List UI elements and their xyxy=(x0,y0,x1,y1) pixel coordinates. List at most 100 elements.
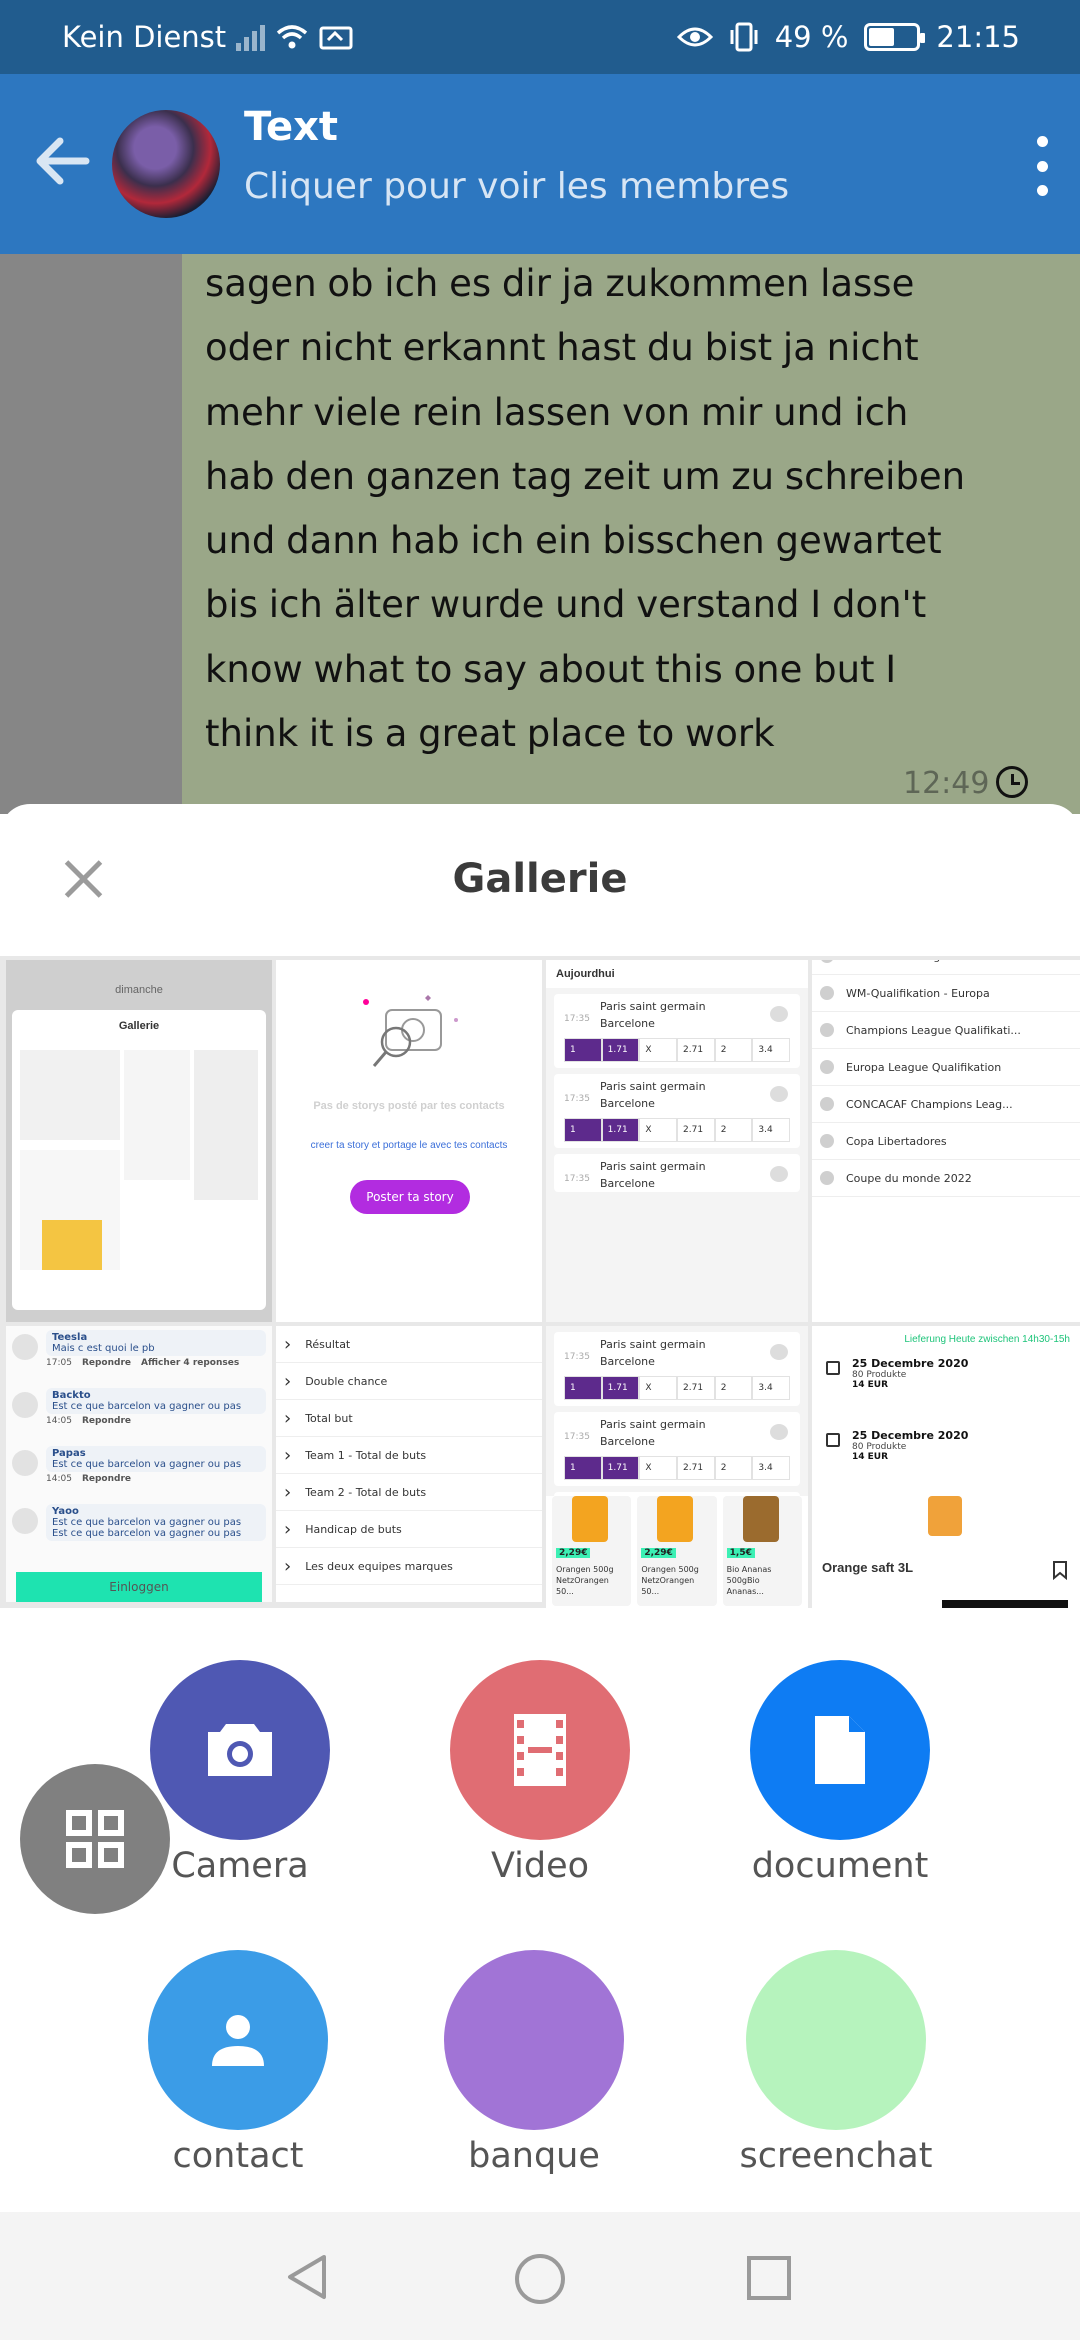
odds-row: 1 1.71 X 2.71 2 3.4 xyxy=(564,1376,791,1400)
contact-label: contact xyxy=(172,2136,304,2176)
film-icon xyxy=(514,1714,566,1786)
bet-type-row: › Team 2 - Total de buts xyxy=(276,1474,542,1511)
comment-item: Papas Est ce que barcelon va gagner ou pa… xyxy=(6,1442,272,1500)
contact-button[interactable] xyxy=(148,1950,328,2130)
odds-cell: 1.71 xyxy=(601,1376,640,1400)
back-arrow-icon[interactable] xyxy=(30,129,94,193)
thumb-title: Gallerie xyxy=(118,1020,160,1032)
order-date: 25 Decembre 2020 xyxy=(852,1429,969,1442)
match-card: 17:35Paris saint germainBarcelone xyxy=(554,1154,800,1192)
gallery-thumbnail[interactable]: dimanche Gallerie xyxy=(6,960,272,1322)
competition-row: UEFA Nationenliga xyxy=(812,960,1080,975)
comment-meta: 14:05 Repondre xyxy=(46,1474,266,1484)
video-label: Video xyxy=(490,1846,590,1886)
bet-type-name: Double chance xyxy=(305,1374,388,1388)
gallery-thumbnail[interactable]: › Résultat › Double chance › Total but › Team 1… xyxy=(276,1326,542,1602)
bet-type-row: › Les deux equipes marques xyxy=(276,1548,542,1585)
comment-meta: 14:05 Repondre xyxy=(46,1416,266,1426)
document-action[interactable]: document xyxy=(750,1660,930,1886)
vibrate-icon xyxy=(730,22,758,52)
camera-button[interactable] xyxy=(150,1660,330,1840)
bet-type-row: › Double chance xyxy=(276,1363,542,1400)
order-item: 25 Decembre 202080 Produkte14 EUR xyxy=(812,1425,1080,1497)
comment-icon xyxy=(770,1086,788,1102)
team-two: Barcelone xyxy=(600,1355,655,1368)
chevron-right-icon: › xyxy=(284,1407,292,1429)
gallery-thumbnail[interactable]: Orange saft 3L xyxy=(812,1496,1080,1608)
comment-text: Mais c est quoi le pb xyxy=(52,1343,155,1354)
screenchat-button[interactable] xyxy=(746,1950,926,2130)
comment-time: 14:05 xyxy=(46,1416,72,1426)
gallery-thumbnail[interactable]: Teesla Mais c est quoi le pb 17:05 Repondre… xyxy=(6,1326,272,1602)
comment-text: Est ce que barcelon va gagner ou pas xyxy=(52,1401,242,1412)
more-options-icon[interactable] xyxy=(1032,136,1052,196)
bookmark-icon xyxy=(1053,1561,1067,1580)
trophy-icon xyxy=(820,1060,834,1074)
message-line: know what to say about this one but I xyxy=(205,647,897,691)
chat-title[interactable]: Text xyxy=(244,104,338,150)
team-two: Barcelone xyxy=(600,1177,655,1190)
carrier-text: Kein Dienst xyxy=(62,20,227,54)
comment-icon xyxy=(770,1424,788,1440)
screenchat-action[interactable]: screenchat xyxy=(740,1950,932,2176)
navigation-bar xyxy=(0,2212,1080,2340)
comment-author: Papas xyxy=(52,1448,86,1459)
competition-row: CONCACAF Champions Leag... xyxy=(812,1086,1080,1123)
qr-scan-button[interactable] xyxy=(20,1764,170,1914)
comment-text: Est ce que barcelon va gagner ou pas xyxy=(52,1517,242,1528)
bet-type-row: › Total but xyxy=(276,1400,542,1437)
odds-row: 1 1.71 X 2.71 2 3.4 xyxy=(564,1038,791,1062)
odds-cell: 3.4 xyxy=(752,1376,791,1400)
camera-action[interactable]: Camera xyxy=(150,1660,330,1886)
chevron-right-icon: › xyxy=(284,1333,292,1355)
competition-name: Europa League Qualifikation xyxy=(846,1060,1002,1074)
video-action[interactable]: Video xyxy=(450,1660,630,1886)
comment-icon xyxy=(770,1344,788,1360)
competition-name: UEFA Nationenliga xyxy=(846,960,947,963)
bet-type-row: › Résultat xyxy=(276,1326,542,1363)
screenchat-label: screenchat xyxy=(739,2136,933,2176)
competition-row: Europa League Qualifikation xyxy=(812,1049,1080,1086)
delivery-banner: Lieferung Heute zwischen 14h30-15h xyxy=(904,1334,1070,1345)
odds-cell: X xyxy=(639,1376,678,1400)
group-avatar[interactable] xyxy=(112,110,220,218)
gallery-thumbnail[interactable]: Aujourdhui 17:35 Paris saint germain Barce… xyxy=(546,960,808,1322)
bag-icon xyxy=(826,1361,840,1375)
gallery-thumbnail[interactable]: Pas de storys posté par tes contacts cre… xyxy=(276,960,542,1322)
competition-name: Copa Libertadores xyxy=(846,1134,947,1148)
product-card: 2,29€ Orangen 500g NetzOrangen 50... xyxy=(552,1496,632,1606)
odds-cell: X xyxy=(639,1456,678,1480)
trophy-icon xyxy=(820,1097,834,1111)
odds-row: 1 1.71 X 2.71 2 3.4 xyxy=(564,1118,791,1142)
trophy-icon xyxy=(820,986,834,1000)
stories-empty-text: Pas de storys posté par tes contacts xyxy=(313,1100,505,1112)
competition-name: CONCACAF Champions Leag... xyxy=(846,1097,1013,1111)
cell-signal-icon xyxy=(236,23,266,51)
message-line: hab den ganzen tag zeit um zu schreiben xyxy=(205,454,966,498)
banque-label: banque xyxy=(468,2136,600,2176)
gallery-thumbnail[interactable]: UEFA Nationenliga WM-Qualifikation - Euro… xyxy=(812,960,1080,1322)
video-button[interactable] xyxy=(450,1660,630,1840)
contact-action[interactable]: contact xyxy=(148,1950,328,2176)
clock-time: 21:15 xyxy=(936,20,1020,54)
thumb-day: dimanche xyxy=(115,984,163,996)
banque-action[interactable]: banque xyxy=(444,1950,624,2176)
comment-avatar xyxy=(12,1508,38,1534)
back-nav-icon[interactable] xyxy=(282,2252,332,2302)
match-card: 17:35 Paris saint germain Barcelone 1 1.71 X 2… xyxy=(554,1412,800,1486)
home-nav-icon[interactable] xyxy=(513,2252,567,2306)
document-button[interactable] xyxy=(750,1660,930,1840)
gallery-thumbnail[interactable]: 2,29€ Orangen 500g NetzOrangen 50... 2,29€… xyxy=(546,1496,808,1608)
odds-cell: 2 xyxy=(714,1376,753,1400)
recents-nav-icon[interactable] xyxy=(745,2254,793,2302)
banque-button[interactable] xyxy=(444,1950,624,2130)
status-bar: Kein Dienst 49 % 21:15 xyxy=(0,0,1080,74)
comment-author: Teesla xyxy=(52,1332,88,1343)
camera-label: Camera xyxy=(171,1846,309,1886)
product-card: 2,29€ Orangen 500g NetzOrangen 50... xyxy=(637,1496,717,1606)
chevron-right-icon: › xyxy=(284,1518,292,1540)
bet-type-row: › Handicap de buts xyxy=(276,1511,542,1548)
odds-cell: 2.71 xyxy=(677,1376,715,1400)
chat-subtitle[interactable]: Cliquer pour voir les membres xyxy=(244,166,789,207)
product-card: 1,5€ Bio Ananas 500gBio Ananas... xyxy=(722,1496,802,1606)
